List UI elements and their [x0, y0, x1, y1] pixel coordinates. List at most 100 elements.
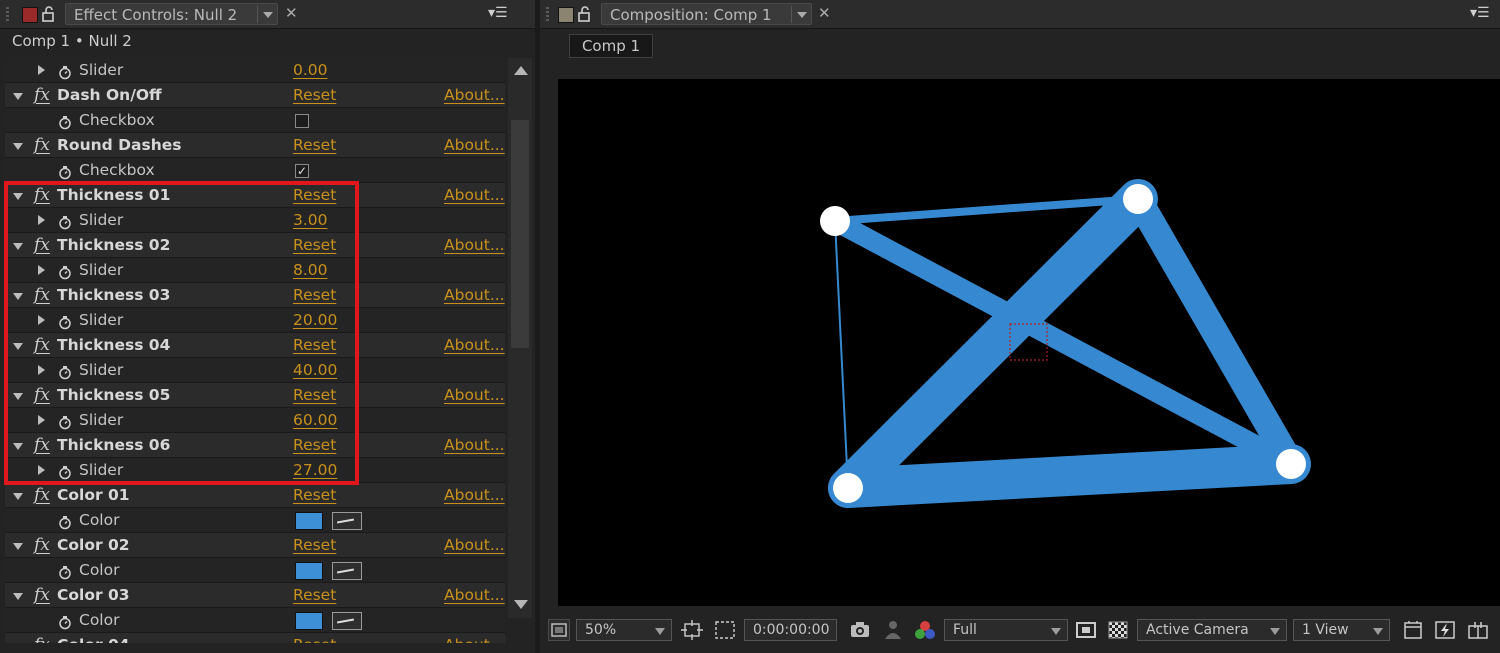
- checkbox[interactable]: [295, 114, 309, 128]
- twirl-down-icon[interactable]: [13, 143, 23, 150]
- scroll-up-icon[interactable]: [514, 66, 528, 75]
- fx-icon[interactable]: fx: [34, 233, 50, 258]
- slider-value[interactable]: 3.00: [293, 208, 328, 233]
- lock-icon[interactable]: [578, 6, 592, 22]
- twirl-down-icon[interactable]: [13, 243, 23, 250]
- safe-margins-icon[interactable]: [680, 619, 704, 641]
- fast-previews-icon[interactable]: [1433, 619, 1457, 641]
- fx-icon[interactable]: fx: [34, 533, 50, 558]
- color-swatch[interactable]: [295, 562, 323, 580]
- vertex-handle[interactable]: [820, 206, 850, 236]
- tab-composition[interactable]: Composition: Comp 1: [601, 3, 812, 25]
- reset-link[interactable]: Reset: [293, 533, 336, 558]
- chevron-down-icon[interactable]: [257, 6, 278, 23]
- scroll-thumb[interactable]: [511, 120, 529, 348]
- scroll-down-icon[interactable]: [514, 600, 528, 609]
- color-swatch[interactable]: [295, 612, 323, 630]
- magnification-dropdown[interactable]: 50%: [576, 619, 672, 641]
- composition-viewer[interactable]: [558, 79, 1500, 606]
- fx-icon[interactable]: fx: [34, 633, 50, 643]
- reset-link[interactable]: Reset: [293, 333, 336, 358]
- effect-row[interactable]: fx Round Dashes Reset About...: [5, 133, 505, 158]
- fx-icon[interactable]: fx: [34, 383, 50, 408]
- reset-link[interactable]: Reset: [293, 133, 336, 158]
- panel-grip-icon[interactable]: [546, 7, 549, 22]
- effect-row[interactable]: fx Thickness 04 Reset About...: [5, 333, 505, 358]
- effect-row[interactable]: fx Thickness 02 Reset About...: [5, 233, 505, 258]
- effect-row[interactable]: fx Color 02 Reset About...: [5, 533, 505, 558]
- twirl-down-icon[interactable]: [13, 343, 23, 350]
- effect-row[interactable]: fx Dash On/Off Reset About...: [5, 83, 505, 108]
- slider-value[interactable]: 20.00: [293, 308, 337, 333]
- reset-link[interactable]: Reset: [293, 383, 336, 408]
- slider-value[interactable]: 8.00: [293, 258, 328, 283]
- twirl-down-icon[interactable]: [13, 293, 23, 300]
- snapshot-icon[interactable]: [848, 619, 872, 641]
- param-row[interactable]: Slider 3.00: [5, 208, 505, 233]
- stopwatch-icon[interactable]: [58, 163, 72, 180]
- effect-row[interactable]: fx Color 04 Reset About...: [5, 633, 505, 643]
- pixel-aspect-icon[interactable]: [1401, 619, 1425, 641]
- about-link[interactable]: About...: [444, 83, 505, 108]
- checkbox[interactable]: ✓: [295, 164, 309, 178]
- color-swatch[interactable]: [295, 512, 323, 530]
- fx-icon[interactable]: fx: [34, 483, 50, 508]
- about-link[interactable]: About...: [444, 283, 505, 308]
- reset-link[interactable]: Reset: [293, 583, 336, 608]
- param-row[interactable]: Slider 40.00: [5, 358, 505, 383]
- stopwatch-icon[interactable]: [58, 463, 72, 480]
- effect-row[interactable]: fx Thickness 05 Reset About...: [5, 383, 505, 408]
- param-row[interactable]: Color: [5, 508, 505, 533]
- channel-rgb-icon[interactable]: [912, 619, 938, 641]
- about-link[interactable]: About...: [444, 183, 505, 208]
- param-row[interactable]: Slider 27.00: [5, 458, 505, 483]
- stopwatch-icon[interactable]: [58, 313, 72, 330]
- fx-icon[interactable]: fx: [34, 433, 50, 458]
- twirl-right-icon[interactable]: [38, 365, 45, 375]
- eyedropper-icon[interactable]: [332, 612, 362, 630]
- param-row[interactable]: Checkbox ✓: [5, 158, 505, 183]
- panel-menu-icon[interactable]: ▾☰: [488, 5, 508, 21]
- close-icon[interactable]: ✕: [818, 4, 831, 22]
- about-link[interactable]: About...: [444, 333, 505, 358]
- param-row[interactable]: Slider 60.00: [5, 408, 505, 433]
- fx-icon[interactable]: fx: [34, 283, 50, 308]
- about-link[interactable]: About...: [444, 583, 505, 608]
- fx-icon[interactable]: fx: [34, 583, 50, 608]
- reset-link[interactable]: Reset: [293, 433, 336, 458]
- always-preview-icon[interactable]: [548, 619, 570, 641]
- twirl-down-icon[interactable]: [13, 443, 23, 450]
- stopwatch-icon[interactable]: [58, 213, 72, 230]
- slider-value[interactable]: 40.00: [293, 358, 337, 383]
- reset-link[interactable]: Reset: [293, 233, 336, 258]
- slider-value[interactable]: 0.00: [293, 58, 328, 83]
- param-row[interactable]: Slider 8.00: [5, 258, 505, 283]
- panel-grip-icon[interactable]: [6, 7, 9, 22]
- twirl-right-icon[interactable]: [38, 315, 45, 325]
- twirl-right-icon[interactable]: [38, 465, 45, 475]
- fx-icon[interactable]: fx: [34, 83, 50, 108]
- lock-icon[interactable]: [42, 6, 56, 22]
- panel-menu-icon[interactable]: ▾☰: [1470, 5, 1490, 21]
- param-row[interactable]: Color: [5, 608, 505, 633]
- camera-dropdown[interactable]: Active Camera: [1137, 619, 1287, 641]
- show-snapshot-icon[interactable]: [882, 619, 904, 641]
- slider-value[interactable]: 60.00: [293, 408, 337, 433]
- flowchart-icon[interactable]: [1466, 619, 1490, 641]
- twirl-right-icon[interactable]: [38, 65, 45, 75]
- transparency-grid-icon[interactable]: [1106, 619, 1130, 641]
- reset-link[interactable]: Reset: [293, 83, 336, 108]
- stopwatch-icon[interactable]: [58, 363, 72, 380]
- vertex-handle[interactable]: [1123, 184, 1153, 214]
- reset-link[interactable]: Reset: [293, 633, 336, 643]
- effect-row[interactable]: fx Thickness 06 Reset About...: [5, 433, 505, 458]
- stopwatch-icon[interactable]: [58, 113, 72, 130]
- twirl-down-icon[interactable]: [13, 193, 23, 200]
- about-link[interactable]: About...: [444, 133, 505, 158]
- slider-value[interactable]: 27.00: [293, 458, 337, 483]
- stopwatch-icon[interactable]: [58, 513, 72, 530]
- vertex-handle[interactable]: [833, 473, 863, 503]
- stopwatch-icon[interactable]: [58, 413, 72, 430]
- mask-visibility-icon[interactable]: [713, 619, 737, 641]
- about-link[interactable]: About...: [444, 533, 505, 558]
